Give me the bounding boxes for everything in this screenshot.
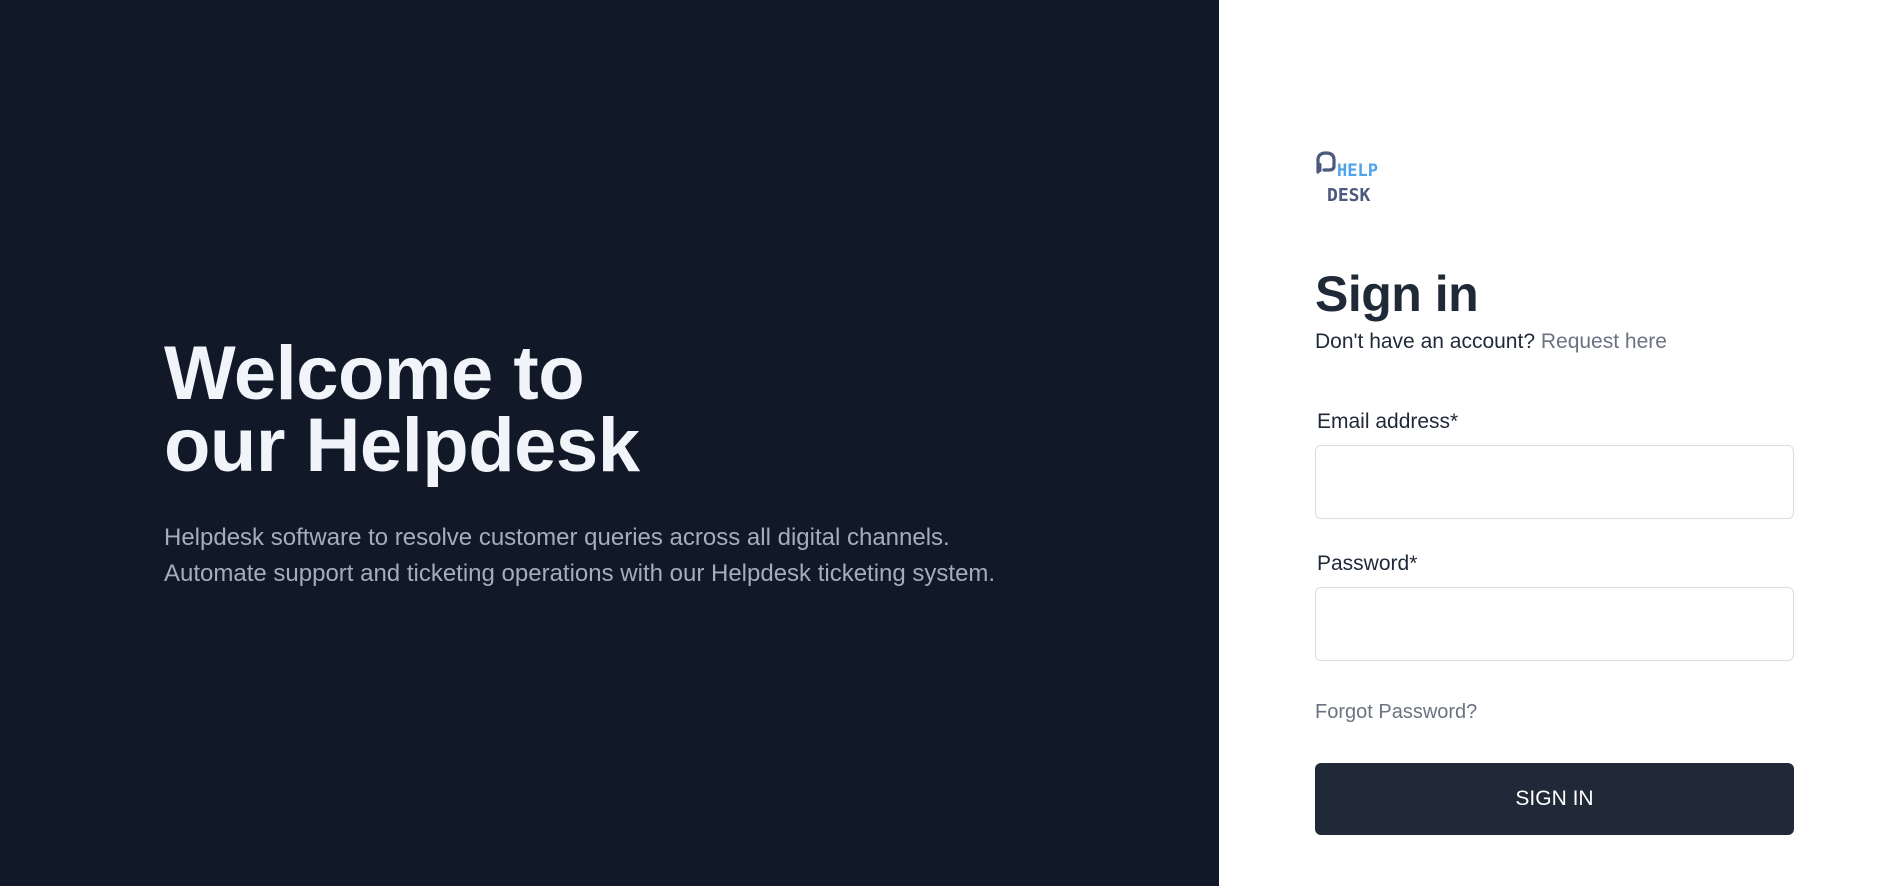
hero-title-line-1: Welcome to (164, 331, 585, 416)
hero-subtitle-line-2: Automate support and ticketing operation… (164, 560, 996, 587)
forgot-password-link[interactable]: Forgot Password? (1315, 698, 1477, 726)
request-account-line: Don't have an account? Request here (1315, 328, 1667, 356)
signin-title: Sign in (1315, 266, 1479, 322)
password-input[interactable] (1315, 587, 1794, 661)
request-account-link[interactable]: Request here (1541, 330, 1667, 353)
welcome-hero: Welcome to our Helpdesk Helpdesk softwar… (0, 0, 1219, 886)
headset-icon (1316, 151, 1336, 174)
hero-subtitle: Helpdesk software to resolve customer qu… (164, 520, 995, 592)
helpdesk-logo: HELP DESK (1316, 151, 1378, 206)
email-label: Email address* (1317, 410, 1459, 433)
password-label: Password* (1317, 552, 1418, 575)
logo-text-desk: DESK (1327, 185, 1371, 206)
login-page: Welcome to our Helpdesk Helpdesk softwar… (0, 0, 1882, 886)
hero-title-line-2: our Helpdesk (164, 403, 640, 488)
signin-button[interactable]: SIGN IN (1315, 763, 1794, 835)
logo-text-help: HELP (1337, 161, 1378, 181)
hero-subtitle-line-1: Helpdesk software to resolve customer qu… (164, 524, 950, 551)
hero-title: Welcome to our Helpdesk (164, 331, 640, 488)
no-account-text: Don't have an account? (1315, 330, 1535, 353)
email-input[interactable] (1315, 445, 1794, 519)
signin-panel: HELP DESK Sign in Don't have an account?… (1219, 0, 1882, 886)
